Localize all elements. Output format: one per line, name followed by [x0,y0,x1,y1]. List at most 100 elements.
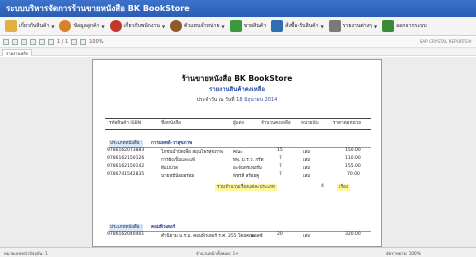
exit-icon [382,20,395,32]
report-date-label: ประจำวัน ณ วันที่ [196,97,235,103]
zoom-select[interactable]: 100% [89,39,103,45]
cell-author: คณะ [233,150,243,155]
menu-sell[interactable]: ขายสินค้า [228,18,269,34]
menu-orders[interactable]: สั่งซื้อ-รับสินค้า ▼ [269,18,325,34]
subtotal-unit: เรื่อง [337,184,351,191]
group-label: ประเภทหนังสือ : [109,140,144,147]
col-price: ราคาต่อหน่วย [333,121,361,126]
toggle-group-tree-icon[interactable] [30,39,36,45]
group-header: ประเภทหนังสือ : การแพทย์-วาสุขภาพ [105,140,371,148]
book-icon [5,20,17,32]
table-row: 9786162073883 โภชนบำบัดเพื่อ สมุนไพรสุขภ… [105,148,371,155]
report-title: รายงานสินค้าคงเหลือ [209,86,265,93]
table-row: 9786162150126 การฝังเข็มและแพ้ ทพ. ม.ร.ว… [105,156,371,163]
cell-unit: เล่ม [303,166,311,171]
menu-reports[interactable]: รายงานต่างๆ ▼ [327,18,379,34]
group-name: การแพทย์-วาสุขภาพ [151,141,193,146]
prev-page-icon[interactable] [48,39,54,45]
cell-unit: เล่ม [303,234,311,239]
cell-unit: เล่ม [303,158,311,163]
cell-title: นายหมีน้อยอร่อย [161,174,195,179]
menu-products[interactable]: เกี่ยวกับสินค้า ▼ [3,18,56,34]
subtotal-label: รวมจำนวนเรื่องแต่ละประเภท [215,184,277,191]
header-bottom-rule [105,129,371,130]
cell-price: 320.00 [345,232,361,237]
app-window: ระบบบริหารจัดการร้านขายหนังสือ BK BookSt… [0,0,476,257]
group-subtotal: รวมจำนวนเรื่องแต่ละประเภท 4 เรื่อง [105,184,371,192]
export-icon[interactable] [3,39,9,45]
employee-icon [109,20,122,32]
menu-employees[interactable]: เกี่ยวกับพนักงาน ▼ [108,18,167,34]
col-author: ผู้แต่ง [233,121,244,126]
cell-price: 150.00 [345,148,361,153]
report-icon [328,20,341,32]
report-viewer-area: ร้านขายหนังสือ BK BookStore รายงานสินค้า… [0,57,476,247]
next-page-icon[interactable] [71,39,78,45]
subtotal-value: 4 [321,184,324,189]
menu-products-label: เกี่ยวกับสินค้า [19,23,50,29]
cell-author: คอลซ์ [251,234,263,239]
cell-isbn: 9786162150126 [107,156,145,161]
report-viewer-toolbar: 1 / 1 100% SAP CRYSTAL REPORTS® [0,37,476,48]
cell-title: ดีแม่ปวด [161,166,179,171]
menu-dealers[interactable]: ตัวแทนจำหน่าย ▼ [168,18,227,34]
window-title: ระบบบริหารจัดการร้านขายหนังสือ BK BookSt… [0,0,476,17]
menu-customers-label: ข้อมูลลูกค้า [73,23,100,29]
chevron-down-icon: ▼ [51,23,55,29]
menu-orders-label: สั่งซื้อ-รับสินค้า [285,23,319,29]
menu-dealers-label: ตัวแทนจำหน่าย [184,23,220,29]
cell-author: อะจันทรเฟอรัม [233,166,263,171]
status-bar: หมายเลขหน้าปัจจุบัน: 1 จำนวนหน้าทั้งหมด:… [0,247,476,257]
group-label: ประเภทหนังสือ : [109,224,144,231]
cell-qty: 7 [279,156,282,161]
search-icon[interactable] [80,39,87,45]
cell-qty: 7 [279,172,282,177]
sell-icon [229,20,242,32]
cell-qty: 20 [277,232,283,237]
cell-qty: 7 [279,164,282,169]
cell-price: 70.00 [347,172,360,177]
cell-title: การฝังเข็มและแพ้ [161,158,196,163]
report-date-value: 18 มิถุนายน 2014 [236,97,278,103]
col-unit: หน่วยนับ [301,121,319,126]
menu-logout-label: ออกจากระบบ [396,23,427,29]
col-title: ชื่อหนังสือ [161,121,181,126]
header-top-rule [105,118,371,119]
print-icon[interactable] [12,39,18,45]
col-qty: จำนวนคงเหลือ [261,121,291,126]
status-zoom: อัตราขยาย: 100% [386,251,421,256]
refresh-icon[interactable] [21,39,27,45]
menu-employees-label: เกี่ยวกับพนักงาน [123,23,160,29]
cell-price: 110.00 [345,156,361,161]
cell-author: พัชรสี สร้อยคู [233,174,260,179]
menu-reports-label: รายงานต่างๆ [342,23,372,29]
tab-main-report[interactable]: รายงานหลัก [2,49,33,56]
col-isbn: รหัสสินค้า ISBN [109,121,142,126]
table-row: 9786162040461 คำนิยาม ม.ร.ม. คอมพิวเตอร์… [105,232,371,239]
page-indicator[interactable]: 1 / 1 [57,39,68,45]
cell-price: 155.00 [345,164,361,169]
cell-qty: 15 [277,148,283,153]
cell-isbn: 9786741542835 [107,172,145,177]
first-page-icon[interactable] [39,39,45,45]
status-total-pages: จำนวนหน้าทั้งหมด: 1+ [196,251,239,256]
report-date: ประจำวัน ณ วันที่ 18 มิถุนายน 2014 [93,96,381,104]
menu-sell-label: ขายสินค้า [243,23,267,29]
status-current-page: หมายเลขหน้าปัจจุบัน: 1 [4,251,48,256]
menu-customers[interactable]: ข้อมูลลูกค้า ▼ [57,18,106,34]
column-header-row: รหัสสินค้า ISBN ชื่อหนังสือ ผู้แต่ง จำนว… [105,120,371,129]
chevron-down-icon: ▼ [101,23,105,29]
cell-isbn: 9786162040461 [107,232,145,237]
cell-isbn: 9786162150142 [107,164,145,169]
crystal-reports-brand: SAP CRYSTAL REPORTS® [419,39,472,44]
chevron-down-icon: ▼ [161,23,166,29]
dealer-icon [170,20,183,32]
cell-unit: เล่ม [303,150,311,155]
group-name: คอมพิวเตอร์ [151,225,176,230]
chevron-down-icon: ▼ [320,23,324,29]
order-icon [271,20,284,32]
table-row: 9786741542835 นายหมีน้อยอร่อย พัชรสี สร้… [105,172,371,179]
cell-author: ทพ. ม.ร.ว. กรีต [233,158,264,163]
report-page: ร้านขายหนังสือ BK BookStore รายงานสินค้า… [92,59,382,247]
menu-logout[interactable]: ออกจากระบบ [380,18,429,34]
